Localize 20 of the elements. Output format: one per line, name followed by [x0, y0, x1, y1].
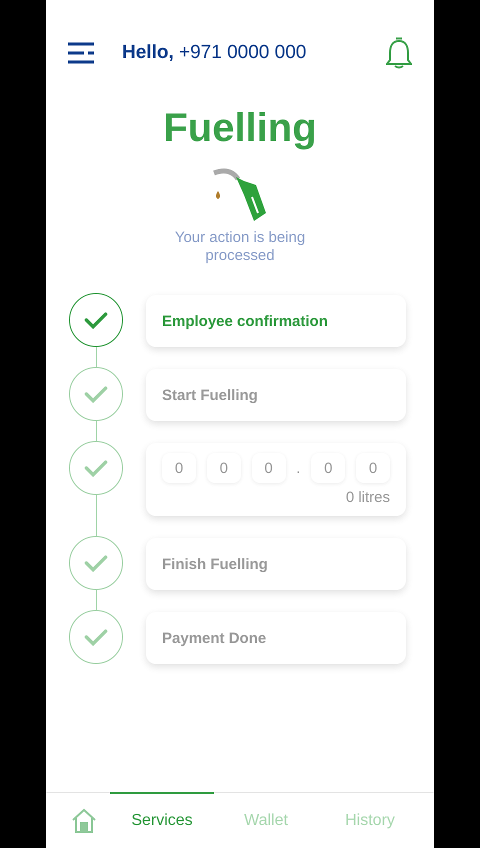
nav-tab[interactable]: Wallet [214, 792, 318, 848]
step-label: Start Fuelling [162, 386, 259, 404]
greeting-text: Hello, +971 0000 000 [122, 42, 308, 64]
home-icon [71, 808, 97, 834]
digit-field: 0 [162, 453, 196, 483]
nav-tab[interactable]: Services [110, 792, 214, 848]
status-text: Your action is being processed [174, 229, 306, 265]
step-label: Payment Done [162, 630, 268, 646]
bell-icon[interactable] [386, 37, 412, 69]
digit-field: 0 [252, 453, 286, 483]
nav-tab[interactable]: History [318, 792, 422, 848]
page-title: Fuelling [163, 106, 317, 151]
step-label: Finish Fuelling [162, 556, 269, 572]
menu-icon[interactable] [68, 42, 94, 64]
decimal-point: . [296, 460, 300, 476]
step-label: Employee confirmation [162, 312, 329, 330]
digit-field: 0 [356, 453, 390, 483]
digit-field: 0 [311, 453, 346, 483]
digit-field: 0 [206, 453, 241, 483]
litres-reading: 0 litres [346, 488, 390, 508]
